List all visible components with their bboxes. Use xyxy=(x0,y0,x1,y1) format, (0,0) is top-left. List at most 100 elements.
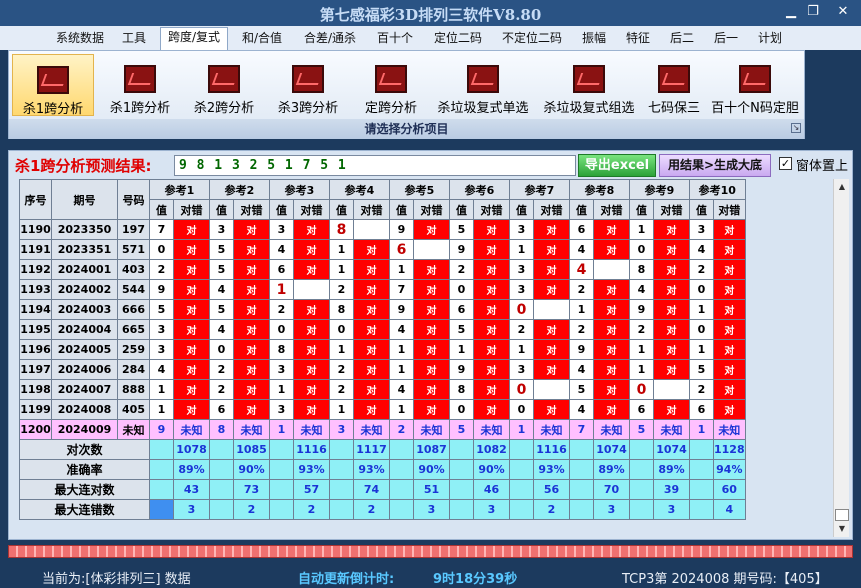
ref-mark-miss[interactable] xyxy=(353,219,390,240)
stat-value[interactable]: 93% xyxy=(293,459,330,480)
menu-amplitude[interactable]: 振幅 xyxy=(576,29,612,49)
menu-tools[interactable]: 工具 xyxy=(116,29,152,49)
stat-value[interactable]: 1116 xyxy=(293,439,330,460)
ref-mark-ok[interactable]: 对 xyxy=(353,339,390,360)
ref-value-cell[interactable]: 1 xyxy=(509,239,534,260)
stat-label[interactable]: 最大连对数 xyxy=(19,479,150,500)
ref-mark-ok[interactable]: 对 xyxy=(233,359,270,380)
row-issue[interactable]: 2024009 xyxy=(51,419,118,440)
ref-value-cell[interactable]: 8 xyxy=(269,339,294,360)
ref-value-cell[interactable]: 7 xyxy=(149,219,174,240)
stat-value[interactable]: 1074 xyxy=(593,439,630,460)
row-index[interactable]: 1198 xyxy=(19,379,52,400)
table-row[interactable]: 1190 2023350 197 7 对 3 对 3 对 8 9 对 5 对 3 对 6 对 1 对 3 对 xyxy=(19,219,746,240)
ref-mark-ok[interactable]: 对 xyxy=(473,359,510,380)
ref-mark-ok[interactable]: 对 xyxy=(533,279,570,300)
menu-position-two[interactable]: 定位二码 xyxy=(428,29,488,49)
row-code[interactable]: 197 xyxy=(117,219,150,240)
ref-mark-ok[interactable]: 对 xyxy=(473,299,510,320)
analysis-table[interactable]: 序号 期号 号码 参考1 参考2 参考3 参考4 参考5 参考6 参考7 参考8 参考9 参考10 值对错… xyxy=(19,179,746,520)
menu-feature[interactable]: 特征 xyxy=(620,29,656,49)
ref-value-cell[interactable]: 0 xyxy=(449,279,474,300)
ref-mark-miss[interactable] xyxy=(533,299,570,320)
ref-value-cell[interactable]: 5 xyxy=(209,259,234,280)
ref-mark-ok[interactable]: 对 xyxy=(293,239,330,260)
menu-digits[interactable]: 百十个 xyxy=(370,29,420,49)
ref-mark-ok[interactable]: 对 xyxy=(713,259,746,280)
row-issue[interactable]: 2024001 xyxy=(51,259,118,280)
ref-value-cell[interactable]: 0 xyxy=(329,319,354,340)
ref-mark-miss[interactable] xyxy=(593,259,630,280)
ref-mark-ok[interactable]: 对 xyxy=(593,339,630,360)
ref-value-cell[interactable]: 2 xyxy=(689,259,714,280)
row-issue[interactable]: 2024008 xyxy=(51,399,118,420)
row-index[interactable]: 1193 xyxy=(19,279,52,300)
ref-value-cell[interactable]: 2 xyxy=(569,279,594,300)
ref-value-cell[interactable]: 4 xyxy=(689,239,714,260)
ref-mark-ok[interactable]: 对 xyxy=(233,259,270,280)
table-row[interactable]: 1191 2023351 571 0 对 5 对 4 对 1 对 6 9 对 1 对 4 对 0 对 4 对 xyxy=(19,239,746,260)
menu-last-one[interactable]: 后一 xyxy=(708,29,744,49)
restore-icon[interactable]: ❐ xyxy=(803,3,823,21)
stat-value[interactable]: 70 xyxy=(593,479,630,500)
ref-mark-ok[interactable]: 对 xyxy=(173,279,210,300)
scroll-thumb[interactable] xyxy=(835,509,849,521)
ref-value-cell[interactable]: 1 xyxy=(389,339,414,360)
scroll-down-icon[interactable]: ▼ xyxy=(834,521,850,537)
stat-value[interactable]: 89% xyxy=(653,459,690,480)
ref-value-cell[interactable]: 1 xyxy=(629,219,654,240)
ref-value-cell[interactable]: 1 xyxy=(329,399,354,420)
ref-value-cell[interactable]: 3 xyxy=(509,219,534,240)
ref-mark-ok[interactable]: 对 xyxy=(473,399,510,420)
ref-value-cell[interactable]: 3 xyxy=(149,339,174,360)
ref-mark-ok[interactable]: 对 xyxy=(473,219,510,240)
ref-mark-ok[interactable]: 对 xyxy=(713,339,746,360)
ref-value-cell[interactable]: 5 xyxy=(149,299,174,320)
table-row[interactable]: 1194 2024003 666 5 对 5 对 2 对 8 对 9 对 6 对 0 1 对 9 对 1 对 xyxy=(19,299,746,320)
ref-value-cell[interactable]: 6 xyxy=(269,259,294,280)
stat-value[interactable]: 3 xyxy=(473,499,510,520)
row-index[interactable]: 1192 xyxy=(19,259,52,280)
ref-value-cell[interactable]: 3 xyxy=(269,399,294,420)
row-code[interactable]: 259 xyxy=(117,339,150,360)
ref-value-cell[interactable]: 1 xyxy=(449,339,474,360)
ref-mark-ok[interactable]: 对 xyxy=(353,259,390,280)
ref-mark-ok[interactable]: 对 xyxy=(233,299,270,320)
ref-mark-ok[interactable]: 对 xyxy=(593,299,630,320)
stat-value[interactable]: 1078 xyxy=(173,439,210,460)
ref-mark-ok[interactable]: 对 xyxy=(593,219,630,240)
ref-value-cell[interactable]: 1 xyxy=(689,419,714,440)
ref-mark-miss[interactable] xyxy=(653,379,690,400)
ref-mark-ok[interactable]: 对 xyxy=(593,359,630,380)
ref-value-cell[interactable]: 0 xyxy=(689,319,714,340)
ref-mark-ok[interactable]: 对 xyxy=(413,279,450,300)
ref-value-cell[interactable]: 6 xyxy=(209,399,234,420)
stat-value[interactable]: 90% xyxy=(233,459,270,480)
ref-mark-unknown[interactable]: 未知 xyxy=(653,419,690,440)
ref-value-cell[interactable]: 1 xyxy=(389,259,414,280)
ref-value-cell[interactable]: 9 xyxy=(569,339,594,360)
stat-value[interactable]: 2 xyxy=(353,499,390,520)
ref-value-cell[interactable]: 3 xyxy=(329,419,354,440)
export-excel-button[interactable]: 导出excel xyxy=(578,154,656,177)
ref-value-cell[interactable]: 4 xyxy=(269,239,294,260)
ref-value-cell[interactable]: 0 xyxy=(149,239,174,260)
stat-value[interactable]: 3 xyxy=(413,499,450,520)
ref-value-cell[interactable]: 5 xyxy=(449,419,474,440)
ribbon-kill-compound-single[interactable]: 杀垃圾复式单选 xyxy=(431,54,535,116)
ref-mark-ok[interactable]: 对 xyxy=(653,279,690,300)
ribbon-kill1-span-active[interactable]: 杀1跨分析 xyxy=(12,54,94,117)
table-row[interactable]: 1196 2024005 259 3 对 0 对 8 对 1 对 1 对 1 对 1 对 9 对 1 对 1 对 xyxy=(19,339,746,360)
ref-value-cell[interactable]: 3 xyxy=(509,359,534,380)
ref-mark-unknown[interactable]: 未知 xyxy=(533,419,570,440)
ref-mark-ok[interactable]: 对 xyxy=(653,299,690,320)
ref-mark-ok[interactable]: 对 xyxy=(713,299,746,320)
ref-mark-unknown[interactable]: 未知 xyxy=(593,419,630,440)
row-issue[interactable]: 2024007 xyxy=(51,379,118,400)
row-code[interactable]: 665 xyxy=(117,319,150,340)
ref-value-cell[interactable]: 2 xyxy=(449,259,474,280)
row-index[interactable]: 1194 xyxy=(19,299,52,320)
ref-mark-ok[interactable]: 对 xyxy=(233,239,270,260)
menu-sum[interactable]: 和/合值 xyxy=(236,29,288,49)
ref-value-cell[interactable]: 1 xyxy=(509,419,534,440)
